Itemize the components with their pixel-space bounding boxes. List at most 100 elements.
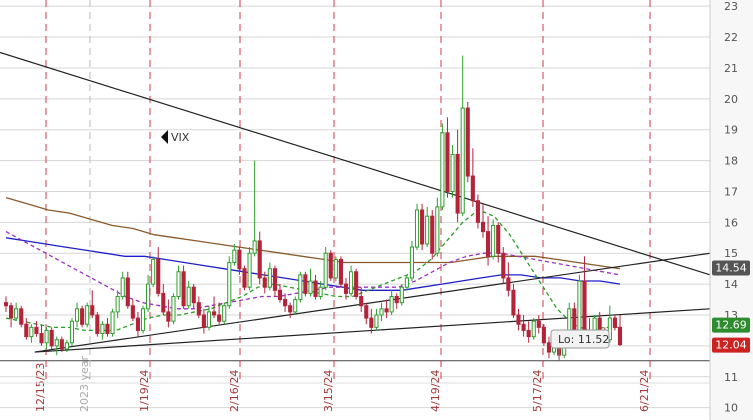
candle	[333, 256, 338, 282]
candle-body	[414, 209, 420, 248]
candle	[74, 302, 80, 328]
candle-body	[3, 302, 9, 307]
candle-body	[186, 286, 191, 307]
candle-body	[430, 215, 435, 254]
candle-body	[237, 249, 242, 270]
date-label: 6/21/24	[638, 370, 651, 412]
candle-body	[486, 231, 491, 257]
price-badge-label: 12.04	[715, 339, 747, 352]
candle	[95, 311, 100, 337]
candle-body	[298, 274, 303, 301]
candle-body	[526, 329, 531, 338]
candle-body	[435, 206, 440, 254]
candle-body	[100, 323, 105, 335]
candle-body	[283, 299, 288, 307]
candle	[186, 281, 191, 309]
candle	[338, 256, 343, 288]
candle-body	[465, 107, 470, 177]
candle-body	[39, 333, 44, 344]
candle	[247, 247, 252, 291]
price-badge-label: 12.69	[715, 319, 747, 332]
low-callout: Lo: 11.52	[550, 329, 610, 361]
y-tick-label: 21	[724, 62, 738, 75]
candle-body	[313, 280, 318, 297]
candle-body	[511, 289, 516, 316]
candle	[430, 210, 435, 260]
candle	[480, 203, 486, 238]
candle-body	[130, 305, 135, 319]
candle	[39, 324, 44, 346]
candle-body	[222, 305, 227, 322]
candle-body	[399, 286, 404, 304]
y-tick-label: 17	[724, 185, 738, 198]
candle-body	[196, 302, 201, 316]
candle	[536, 315, 541, 334]
candle-body	[348, 271, 354, 294]
candle	[369, 308, 374, 334]
candle-body	[151, 258, 156, 285]
candle	[196, 296, 201, 319]
vix-annotation: VIX	[161, 130, 190, 144]
candle-body	[293, 299, 298, 313]
candle	[491, 219, 496, 260]
candle-body	[308, 280, 313, 294]
candle-body	[242, 268, 247, 288]
candle	[414, 203, 420, 251]
candle	[49, 327, 54, 349]
candle	[19, 305, 24, 328]
candle	[176, 265, 181, 300]
candle	[3, 296, 9, 312]
candle	[409, 240, 415, 282]
candle	[506, 262, 511, 297]
candle	[516, 308, 521, 331]
candle	[277, 284, 283, 303]
candle-body	[323, 252, 328, 288]
candle	[526, 321, 531, 343]
candle-body	[64, 342, 69, 350]
y-tick-label: 11	[724, 371, 738, 384]
candle-body	[450, 153, 455, 192]
candle	[394, 293, 399, 309]
candle-body	[369, 317, 374, 328]
candle-body	[440, 132, 445, 208]
candle-body	[577, 280, 582, 331]
candle-body	[19, 308, 24, 325]
candle-body	[379, 308, 384, 316]
candle	[130, 299, 135, 322]
candle	[323, 247, 328, 291]
candle-body	[409, 246, 415, 279]
candle-body	[206, 311, 212, 328]
date-axis: 12/15/23 2023 year 1/19/24 2/16/24 3/15/24 4/…	[0, 355, 710, 412]
candle-body	[74, 308, 80, 322]
candle-body	[420, 209, 425, 245]
candle	[612, 315, 617, 331]
low-label: Lo: 11.52	[558, 333, 609, 346]
candle	[69, 318, 75, 346]
candle-body	[521, 323, 526, 331]
candle	[151, 256, 156, 288]
candle-body	[247, 252, 252, 288]
candle	[90, 290, 95, 319]
candle	[156, 247, 161, 297]
vix-chart[interactable]: 1011121314151617181920212223 12/15/23202…	[0, 0, 753, 420]
candle-body	[343, 283, 349, 294]
candle-body	[161, 292, 166, 313]
candle	[85, 302, 90, 328]
candle-body	[359, 295, 364, 307]
candle-body	[455, 153, 460, 214]
candle-body	[364, 305, 369, 319]
candle	[617, 315, 623, 346]
candle	[328, 250, 333, 282]
candle	[146, 274, 151, 312]
candle	[470, 148, 475, 207]
candle	[115, 290, 120, 319]
candle-body	[612, 317, 617, 328]
candle-body	[384, 308, 389, 313]
candle	[105, 318, 110, 337]
candle	[511, 284, 516, 319]
candle-body	[257, 240, 262, 279]
candle-body	[49, 329, 54, 347]
candle-body	[475, 200, 480, 223]
candle-body	[171, 295, 176, 322]
candle-body	[496, 224, 501, 254]
